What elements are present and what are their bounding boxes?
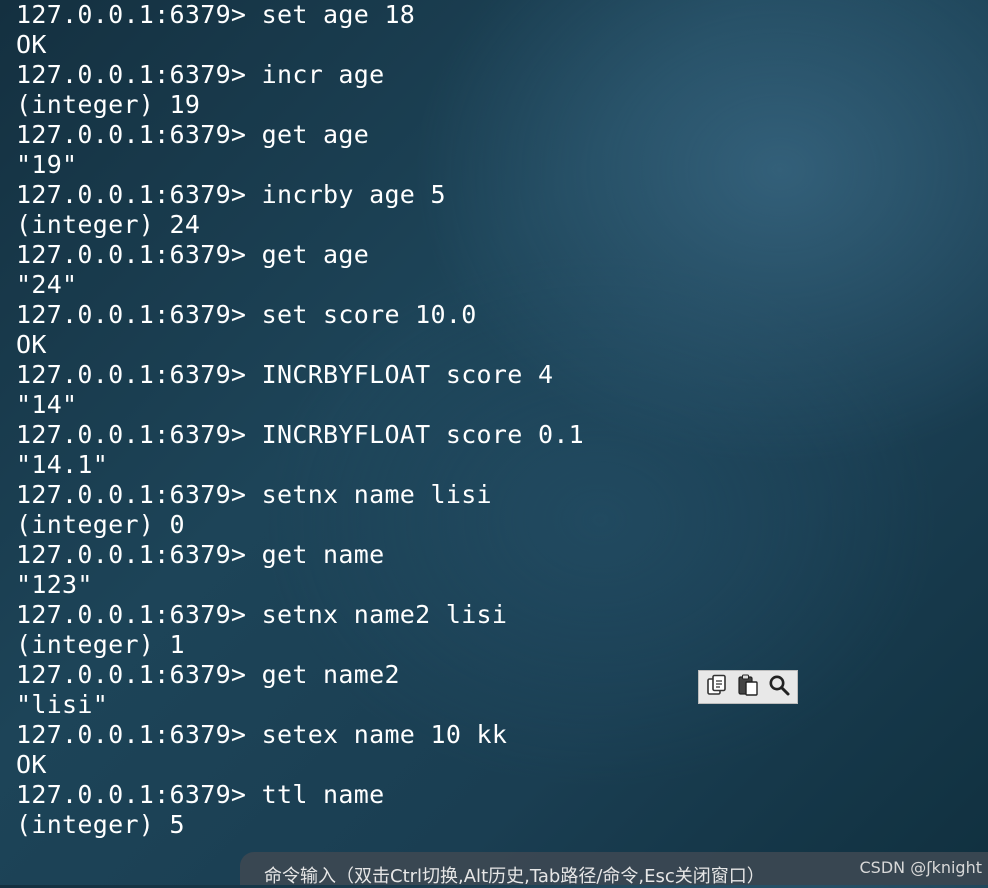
prompt: 127.0.0.1:6379> xyxy=(16,480,247,509)
search-button[interactable] xyxy=(765,673,793,701)
command-line: 127.0.0.1:6379> setnx name lisi xyxy=(16,480,976,510)
paste-icon xyxy=(736,673,760,701)
command-text: setnx name lisi xyxy=(261,480,492,509)
command-line: 127.0.0.1:6379> incrby age 5 xyxy=(16,180,976,210)
prompt: 127.0.0.1:6379> xyxy=(16,720,247,749)
prompt: 127.0.0.1:6379> xyxy=(16,360,247,389)
output-line: "123" xyxy=(16,570,93,599)
command-line: 127.0.0.1:6379> incr age xyxy=(16,60,976,90)
command-input-bar[interactable]: 命令输入（双击Ctrl切换,Alt历史,Tab路径/命令,Esc关闭窗口） CS… xyxy=(240,852,988,887)
command-text: get age xyxy=(261,240,370,269)
command-line: 127.0.0.1:6379> get name2 xyxy=(16,660,976,690)
output-line: (integer) 24 xyxy=(16,210,201,239)
command-line: 127.0.0.1:6379> set score 10.0 xyxy=(16,300,976,330)
command-line: 127.0.0.1:6379> setex name 10 kk xyxy=(16,720,976,750)
command-line: 127.0.0.1:6379> INCRBYFLOAT score 4 xyxy=(16,360,976,390)
prompt: 127.0.0.1:6379> xyxy=(16,540,247,569)
command-text: incr age xyxy=(261,60,385,89)
command-line: 127.0.0.1:6379> setnx name2 lisi xyxy=(16,600,976,630)
output-line: "14" xyxy=(16,390,78,419)
output-line: (integer) 1 xyxy=(16,630,185,659)
command-text: set age 18 xyxy=(261,0,416,29)
output-line: "19" xyxy=(16,150,78,179)
command-text: ttl name xyxy=(261,780,385,809)
output-line: OK xyxy=(16,30,47,59)
copy-icon xyxy=(705,673,729,701)
command-text: incrby age 5 xyxy=(261,180,446,209)
output-line: (integer) 5 xyxy=(16,810,185,839)
command-text: INCRBYFLOAT score 0.1 xyxy=(261,420,585,449)
output-line: (integer) 0 xyxy=(16,510,185,539)
command-text: get name2 xyxy=(261,660,400,689)
command-text: setex name 10 kk xyxy=(261,720,508,749)
output-line: OK xyxy=(16,330,47,359)
prompt: 127.0.0.1:6379> xyxy=(16,180,247,209)
command-text: get name xyxy=(261,540,385,569)
terminal-output[interactable]: 127.0.0.1:6379> set age 18 OK 127.0.0.1:63… xyxy=(16,0,976,840)
command-text: set score 10.0 xyxy=(261,300,477,329)
command-text: INCRBYFLOAT score 4 xyxy=(261,360,554,389)
command-line: 127.0.0.1:6379> get name xyxy=(16,540,976,570)
command-line: 127.0.0.1:6379> ttl name xyxy=(16,780,976,810)
output-line: (integer) 19 xyxy=(16,90,201,119)
prompt: 127.0.0.1:6379> xyxy=(16,660,247,689)
prompt: 127.0.0.1:6379> xyxy=(16,300,247,329)
watermark: CSDN @ʃknight xyxy=(859,858,983,877)
command-text: setnx name2 lisi xyxy=(261,600,508,629)
prompt: 127.0.0.1:6379> xyxy=(16,420,247,449)
command-line: 127.0.0.1:6379> set age 18 xyxy=(16,0,976,30)
prompt: 127.0.0.1:6379> xyxy=(16,0,247,29)
prompt: 127.0.0.1:6379> xyxy=(16,240,247,269)
command-line: 127.0.0.1:6379> get age xyxy=(16,120,976,150)
command-line: 127.0.0.1:6379> get age xyxy=(16,240,976,270)
command-input-hint: 命令输入（双击Ctrl切换,Alt历史,Tab路径/命令,Esc关闭窗口） xyxy=(264,866,765,887)
search-icon xyxy=(767,673,791,701)
command-line: 127.0.0.1:6379> INCRBYFLOAT score 0.1 xyxy=(16,420,976,450)
prompt: 127.0.0.1:6379> xyxy=(16,120,247,149)
prompt: 127.0.0.1:6379> xyxy=(16,600,247,629)
paste-button[interactable] xyxy=(734,673,762,701)
prompt: 127.0.0.1:6379> xyxy=(16,780,247,809)
output-line: "14.1" xyxy=(16,450,109,479)
prompt: 127.0.0.1:6379> xyxy=(16,60,247,89)
output-line: "24" xyxy=(16,270,78,299)
command-text: get age xyxy=(261,120,370,149)
floating-toolbar xyxy=(698,670,798,704)
output-line: OK xyxy=(16,750,47,779)
copy-button[interactable] xyxy=(703,673,731,701)
output-line: "lisi" xyxy=(16,690,109,719)
